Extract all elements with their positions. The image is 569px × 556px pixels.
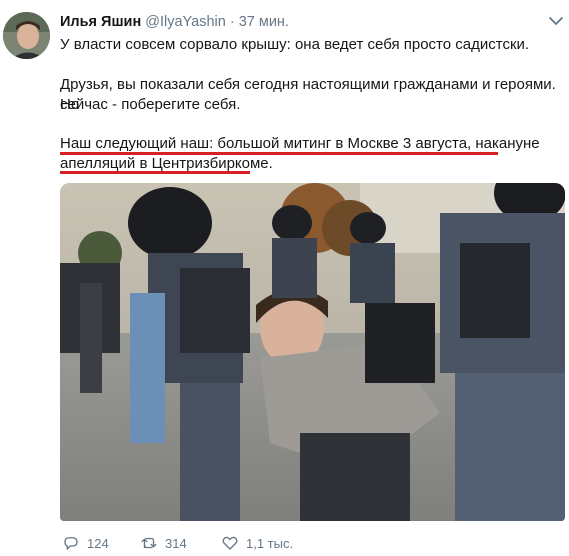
reply-count: 124 [87, 535, 109, 551]
like-count: 1,1 тыс. [246, 535, 294, 551]
heart-icon [222, 536, 238, 550]
tweet-line: сейчас - поберегите себя. [60, 96, 241, 113]
retweet-action[interactable]: 314 [140, 534, 187, 552]
tweet-card: Илья Яшин @IlyaYashin · 37 мин. У власти… [0, 0, 569, 556]
retweet-count: 314 [165, 535, 187, 551]
chevron-down-icon[interactable] [548, 14, 564, 28]
reply-icon [64, 537, 78, 550]
tweet-line-highlighted: Наш следующий наш: большой митинг в Моск… [60, 135, 540, 152]
red-underline [60, 152, 498, 155]
tweet-timestamp[interactable]: 37 мин. [239, 14, 289, 30]
separator-dot: · [229, 14, 235, 30]
retweet-icon [141, 537, 157, 549]
author-handle[interactable]: @IlyaYashin [145, 14, 226, 30]
reply-action[interactable]: 124 [62, 534, 109, 552]
author-name[interactable]: Илья Яшин [60, 14, 141, 30]
tweet-photo[interactable] [60, 183, 565, 521]
red-underline [60, 171, 250, 174]
tweet-header: Илья Яшин @IlyaYashin · 37 мин. [60, 14, 289, 30]
tweet-line: У власти совсем сорвало крышу: она ведет… [60, 36, 530, 53]
like-action[interactable]: 1,1 тыс. [221, 534, 293, 552]
avatar[interactable] [3, 12, 50, 59]
